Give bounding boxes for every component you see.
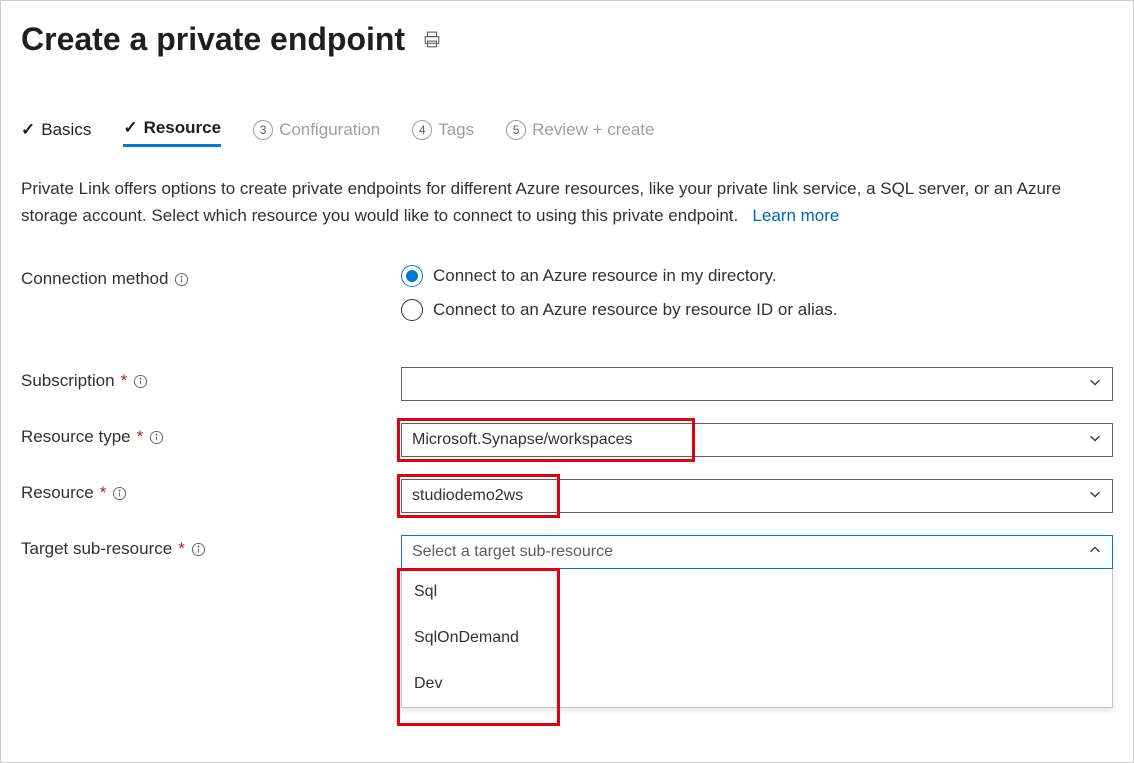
page-title: Create a private endpoint [21,21,405,58]
tab-resource-label: Resource [144,118,221,138]
radio-connect-resource-id[interactable]: Connect to an Azure resource by resource… [401,299,1113,321]
info-icon[interactable] [112,486,127,501]
print-icon[interactable] [423,31,441,49]
chevron-up-icon [1088,543,1102,562]
tab-tags-label: Tags [438,120,474,140]
radio-connect-directory[interactable]: Connect to an Azure resource in my direc… [401,265,1113,287]
tab-configuration-label: Configuration [279,120,380,140]
option-dev[interactable]: Dev [402,661,1112,707]
resource-dropdown[interactable]: studiodemo2ws [401,479,1113,513]
info-icon[interactable] [191,542,206,557]
radio-icon [401,299,423,321]
radio-connect-resource-id-label: Connect to an Azure resource by resource… [433,300,837,320]
step-number: 3 [253,120,273,140]
radio-connect-directory-label: Connect to an Azure resource in my direc… [433,266,777,286]
target-sub-resource-label: Target sub-resource [21,539,172,559]
tab-review[interactable]: 5 Review + create [506,120,654,146]
target-sub-resource-dropdown[interactable]: Select a target sub-resource [401,535,1113,569]
check-icon: ✓ [21,120,35,140]
target-sub-resource-options: Sql SqlOnDemand Dev [401,569,1113,708]
tab-basics[interactable]: ✓ Basics [21,120,91,146]
connection-method-label: Connection method [21,269,168,289]
required-indicator: * [178,539,185,559]
target-sub-resource-placeholder: Select a target sub-resource [412,543,613,561]
tab-basics-label: Basics [41,120,91,140]
description-text: Private Link offers options to create pr… [21,175,1113,229]
step-number: 4 [412,120,432,140]
learn-more-link[interactable]: Learn more [752,206,839,225]
subscription-dropdown[interactable] [401,367,1113,401]
tab-configuration[interactable]: 3 Configuration [253,120,380,146]
required-indicator: * [100,483,107,503]
info-icon[interactable] [174,272,189,287]
resource-type-label: Resource type [21,427,131,447]
chevron-down-icon [1088,487,1102,506]
required-indicator: * [137,427,144,447]
wizard-tabs: ✓ Basics ✓ Resource 3 Configuration 4 Ta… [21,118,1113,147]
info-icon[interactable] [133,374,148,389]
required-indicator: * [121,371,128,391]
resource-value: studiodemo2ws [412,487,523,505]
tab-resource[interactable]: ✓ Resource [123,118,221,147]
option-sqlondemand[interactable]: SqlOnDemand [402,615,1112,661]
resource-type-value: Microsoft.Synapse/workspaces [412,431,633,449]
check-icon: ✓ [123,118,137,138]
chevron-down-icon [1088,431,1102,450]
option-sql[interactable]: Sql [402,569,1112,615]
info-icon[interactable] [149,430,164,445]
tab-tags[interactable]: 4 Tags [412,120,474,146]
resource-type-dropdown[interactable]: Microsoft.Synapse/workspaces [401,423,1113,457]
chevron-down-icon [1088,375,1102,394]
subscription-label: Subscription [21,371,115,391]
tab-review-label: Review + create [532,120,654,140]
resource-label: Resource [21,483,94,503]
radio-icon [401,265,423,287]
step-number: 5 [506,120,526,140]
